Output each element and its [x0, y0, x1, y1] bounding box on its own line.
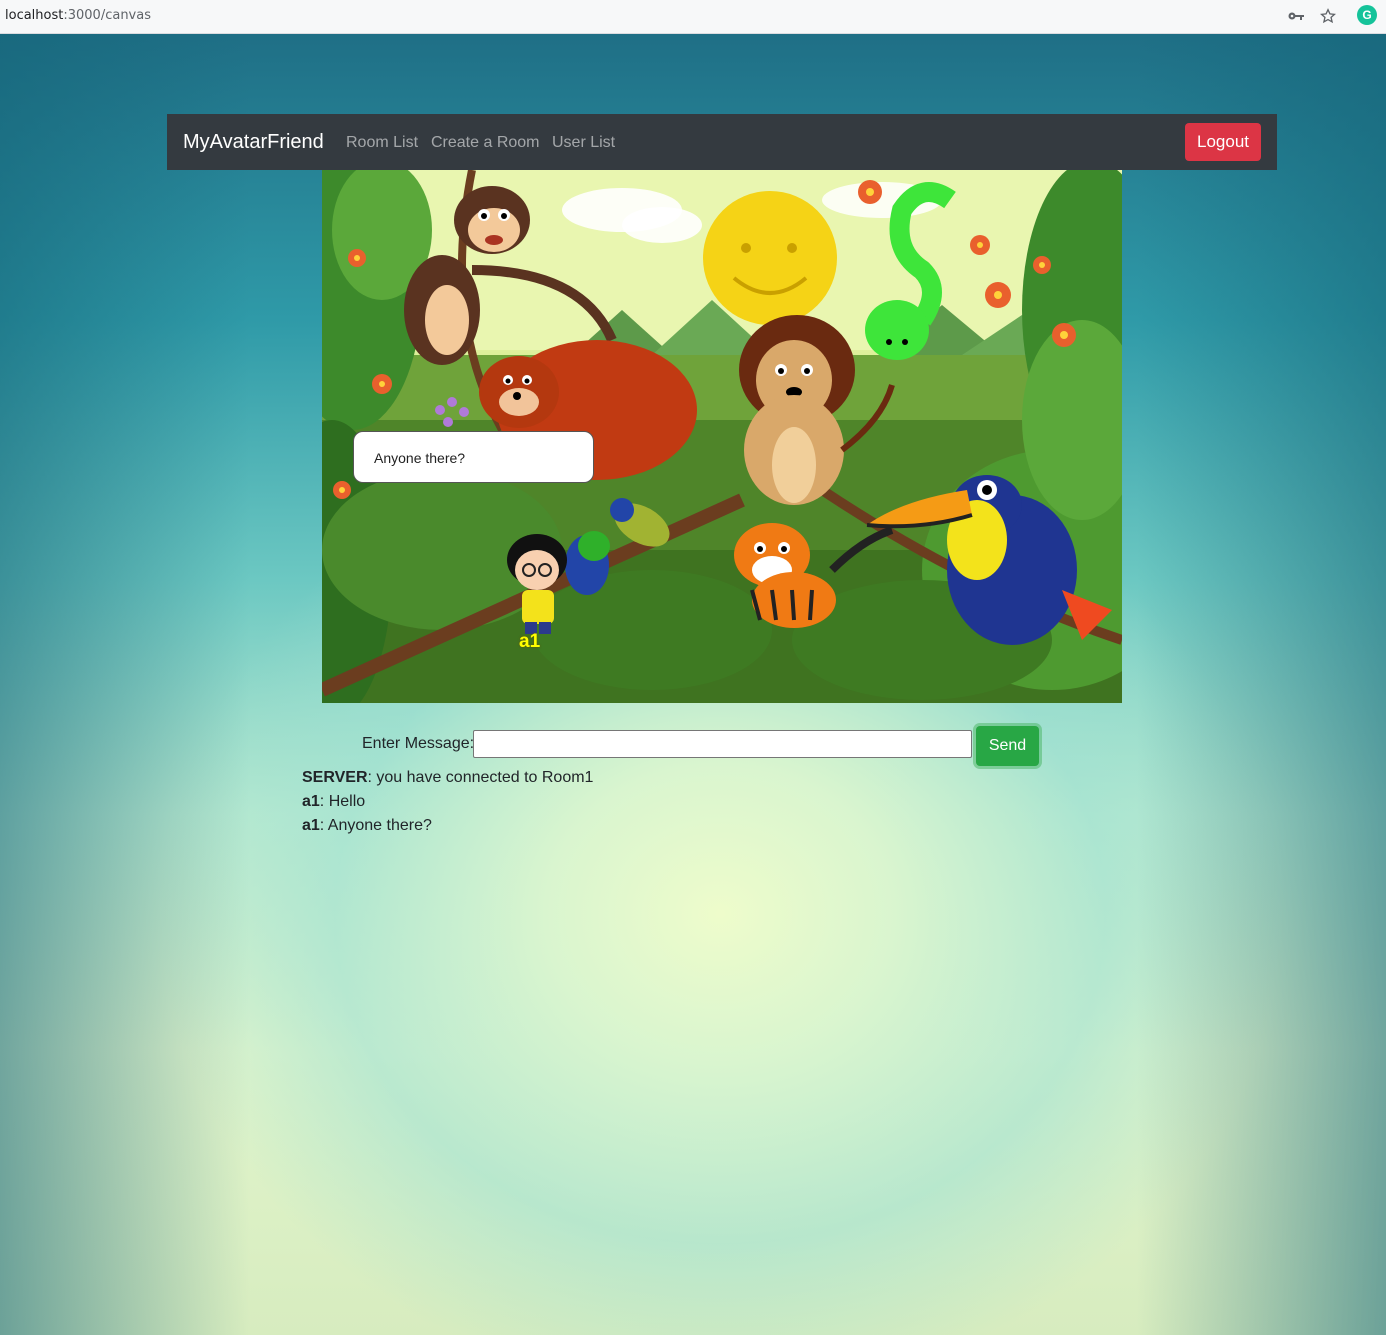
- brand-link[interactable]: MyAvatarFriend: [183, 131, 324, 154]
- chat-message: a1: Hello: [302, 791, 593, 815]
- chat-text: : Hello: [319, 793, 366, 810]
- send-button[interactable]: Send: [976, 726, 1039, 766]
- logout-button[interactable]: Logout: [1185, 123, 1261, 161]
- chat-sender: a1: [302, 817, 320, 834]
- speech-bubble: Anyone there?: [353, 431, 594, 483]
- url-path: :3000/canvas: [63, 8, 151, 23]
- message-input[interactable]: [473, 730, 972, 758]
- browser-toolbar: localhost:3000/canvas G: [0, 0, 1386, 34]
- chat-log: SERVER: you have connected to Room1 a1: …: [302, 767, 593, 839]
- url-host: localhost: [5, 8, 64, 23]
- chat-message: SERVER: you have connected to Room1: [302, 767, 593, 791]
- chat-sender: a1: [302, 793, 320, 810]
- nav-link-room-list[interactable]: Room List: [346, 134, 418, 152]
- chat-text: : you have connected to Room1: [367, 769, 594, 786]
- nav-link-create-room[interactable]: Create a Room: [431, 134, 540, 152]
- chat-message: a1: Anyone there?: [302, 815, 593, 839]
- chat-sender: SERVER: [302, 769, 368, 786]
- chat-text: : Anyone there?: [319, 817, 432, 834]
- avatar-name-label: a1: [519, 631, 541, 652]
- grammarly-extension-icon[interactable]: G: [1357, 5, 1377, 25]
- message-label: Enter Message:: [362, 735, 475, 752]
- nav-link-user-list[interactable]: User List: [552, 134, 615, 152]
- navbar: MyAvatarFriend Room List Create a Room U…: [167, 114, 1277, 170]
- address-bar[interactable]: localhost:3000/canvas: [5, 8, 151, 23]
- avatar-canvas[interactable]: Anyone there? a1: [322, 170, 1122, 703]
- speech-bubble-text: Anyone there?: [374, 450, 466, 466]
- key-icon[interactable]: [1286, 6, 1306, 26]
- star-icon[interactable]: [1318, 6, 1338, 26]
